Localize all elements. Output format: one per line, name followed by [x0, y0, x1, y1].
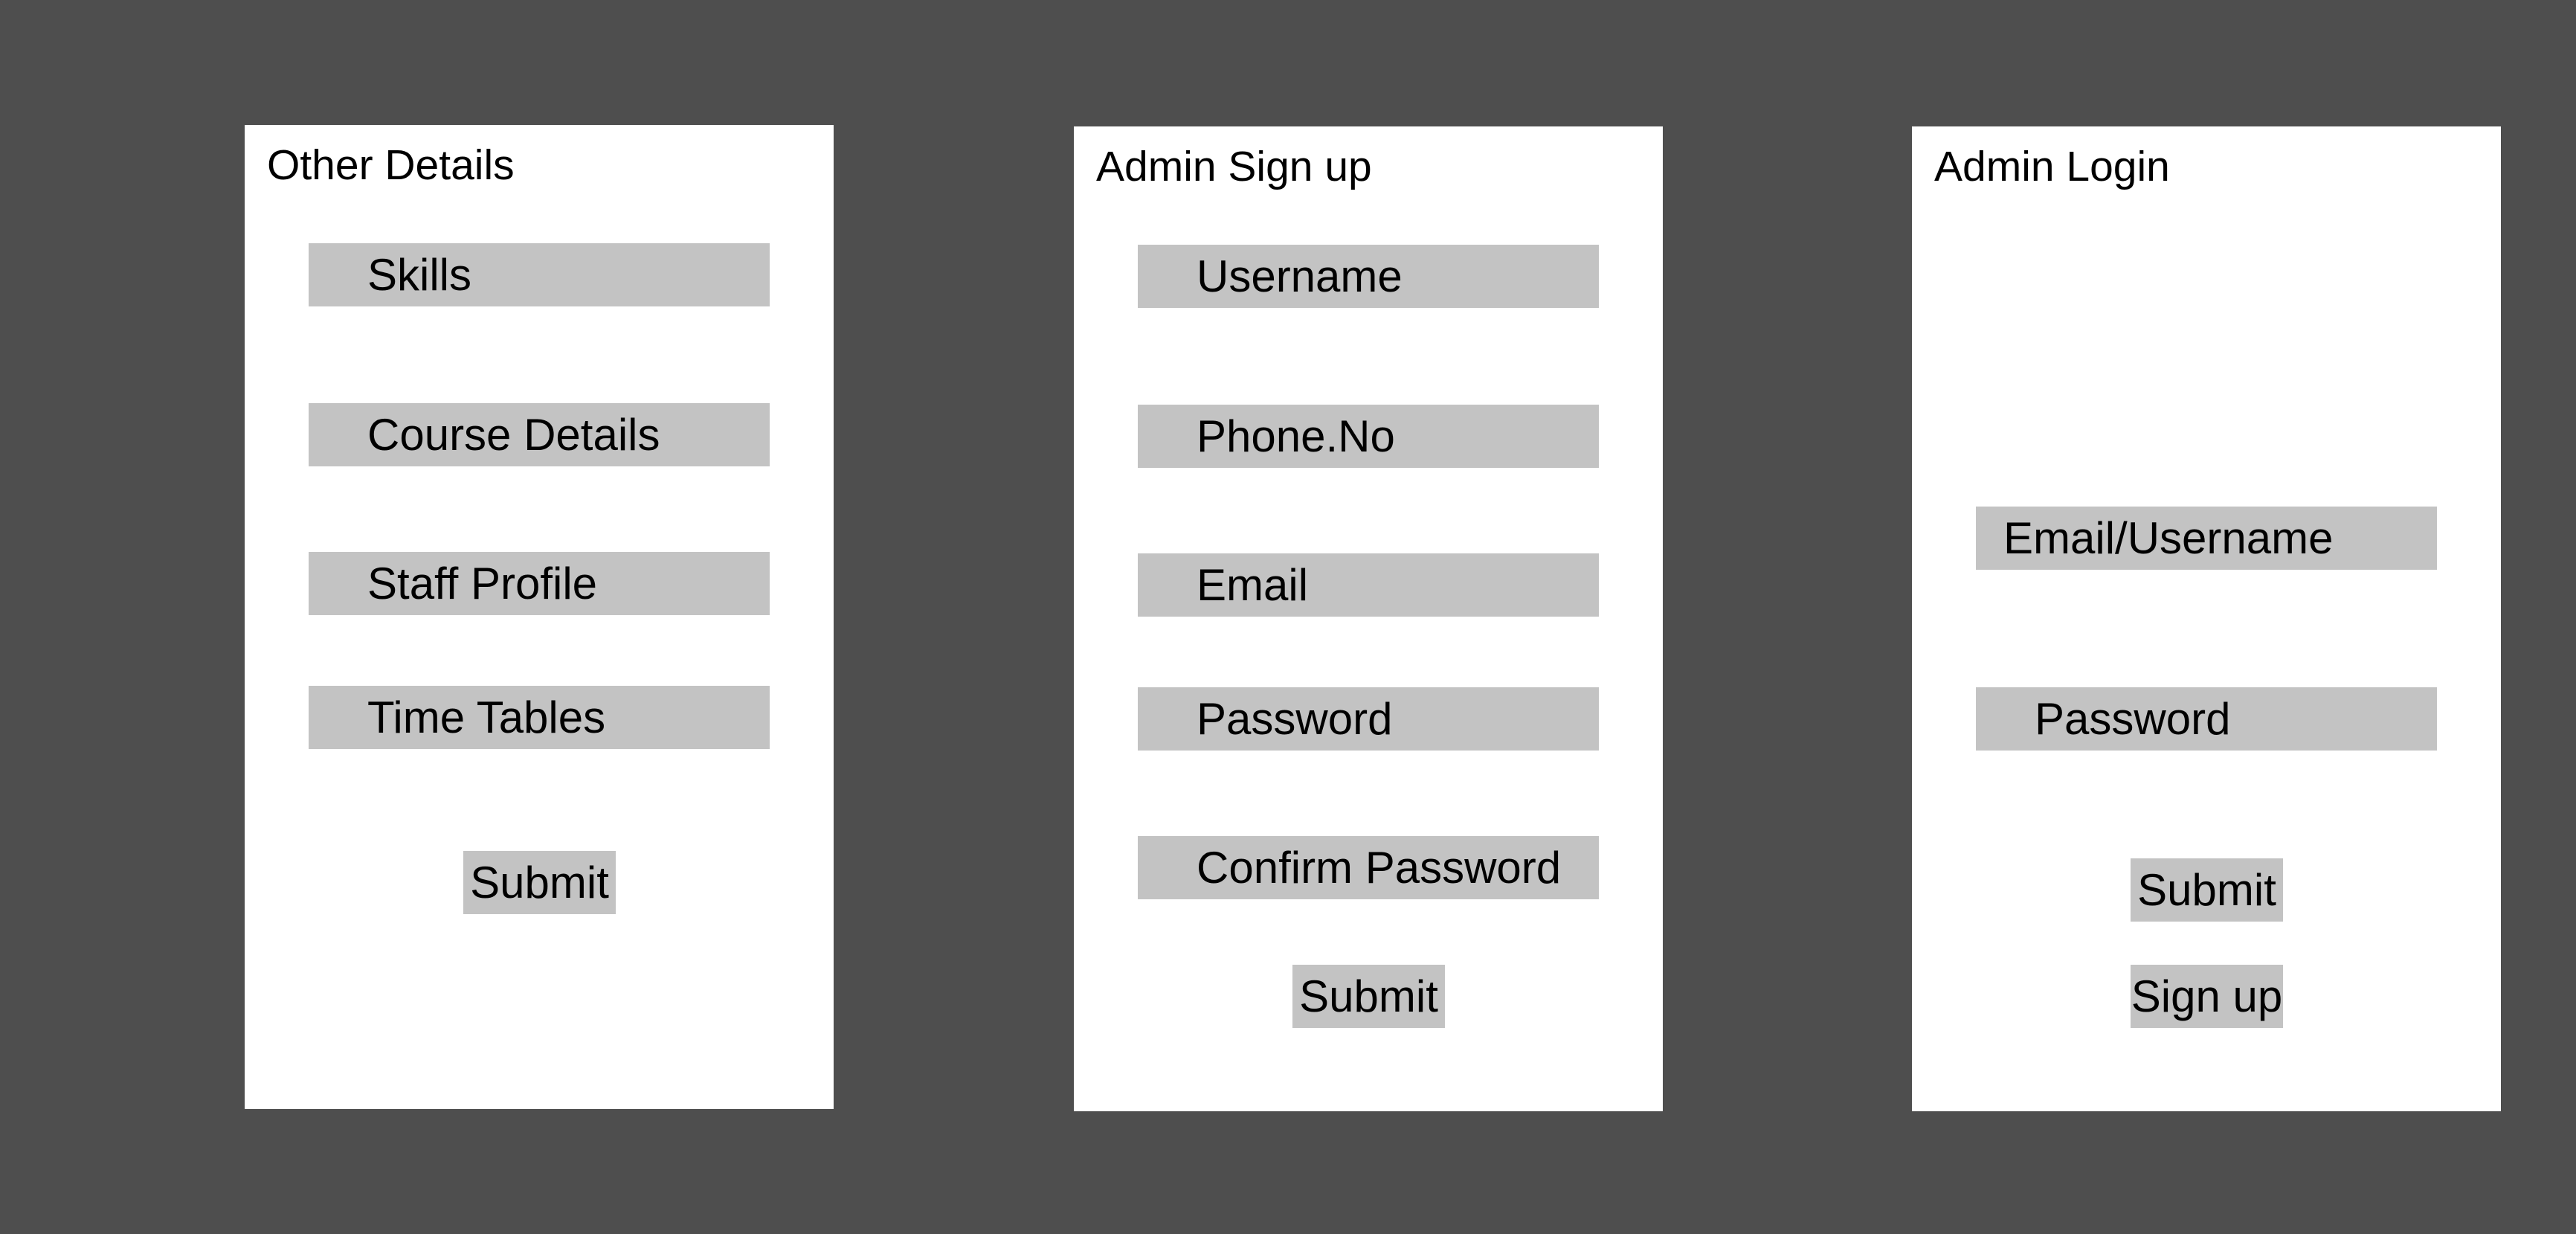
sign-up-button[interactable]: Sign up: [2131, 965, 2283, 1028]
submit-button[interactable]: Submit: [2131, 858, 2283, 922]
password-field[interactable]: Password: [1976, 687, 2437, 751]
email-username-field[interactable]: Email/Username: [1976, 507, 2437, 570]
course-details-field[interactable]: Course Details: [309, 403, 770, 466]
username-field[interactable]: Username: [1138, 245, 1599, 308]
password-field[interactable]: Password: [1138, 687, 1599, 751]
submit-button[interactable]: Submit: [463, 851, 616, 914]
submit-button[interactable]: Submit: [1292, 965, 1445, 1028]
time-tables-field[interactable]: Time Tables: [309, 686, 770, 749]
staff-profile-field[interactable]: Staff Profile: [309, 552, 770, 615]
phone-number-field[interactable]: Phone.No: [1138, 405, 1599, 468]
panel-title: Admin Sign up: [1096, 143, 1372, 190]
admin-login-panel: Admin Login Email/Username Password Subm…: [1912, 126, 2501, 1111]
other-details-panel: Other Details Skills Course Details Staf…: [245, 125, 834, 1109]
email-field[interactable]: Email: [1138, 553, 1599, 617]
panel-title: Admin Login: [1934, 143, 2170, 190]
confirm-password-field[interactable]: Confirm Password: [1138, 836, 1599, 899]
panel-title: Other Details: [267, 141, 515, 189]
skills-field[interactable]: Skills: [309, 243, 770, 306]
admin-signup-panel: Admin Sign up Username Phone.No Email Pa…: [1074, 126, 1663, 1111]
